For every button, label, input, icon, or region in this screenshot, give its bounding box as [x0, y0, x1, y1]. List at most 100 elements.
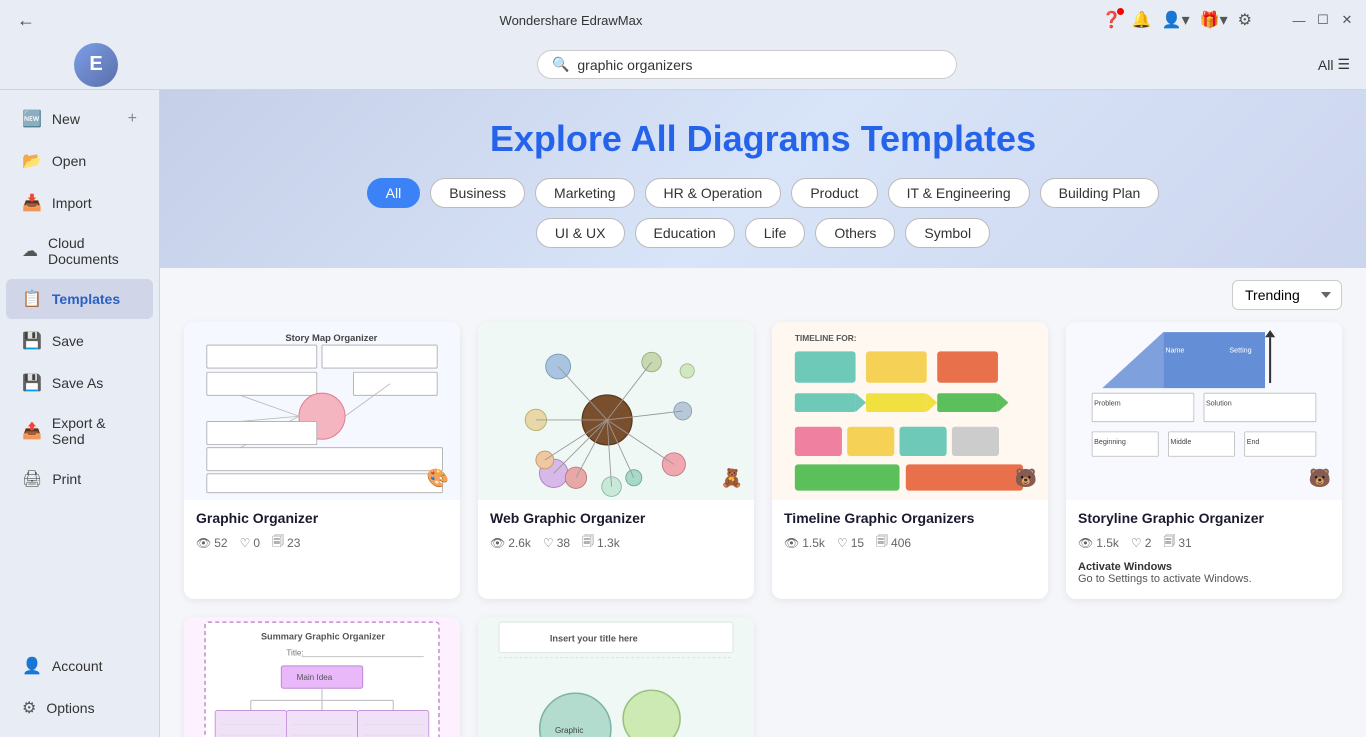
search-bar: 🔍	[537, 50, 957, 79]
svg-text:Story Map Organizer: Story Map Organizer	[285, 332, 377, 343]
template-card-summary[interactable]: Summary Graphic Organizer Title: Main Id…	[184, 617, 460, 737]
svg-text:Main Idea: Main Idea	[297, 673, 333, 682]
print-icon: 🖨	[22, 469, 42, 489]
sidebar-item-label: Options	[46, 700, 94, 716]
content-area: Explore All Diagrams Templates All Busin…	[160, 90, 1366, 737]
eye-icon: 👁	[784, 536, 799, 550]
all-menu-button[interactable]: All ☰	[1318, 56, 1350, 73]
filter-row-2: UI & UX Education Life Others Symbol	[200, 218, 1326, 248]
card-title: Web Graphic Organizer	[490, 510, 742, 526]
chip-hr[interactable]: HR & Operation	[645, 178, 782, 208]
app-title: Wondershare EdrawMax	[500, 13, 643, 28]
help-icon[interactable]: ❓	[1102, 10, 1122, 30]
svg-text:Name: Name	[1165, 347, 1184, 355]
author-avatar: 🧸	[718, 464, 746, 492]
svg-text:Beginning: Beginning	[1094, 438, 1126, 446]
chip-product[interactable]: Product	[791, 178, 877, 208]
sidebar-item-import[interactable]: 📥 Import	[6, 183, 153, 223]
card-info: Graphic Organizer 👁52 ♡0 🗐23	[184, 500, 460, 563]
card-title: Graphic Organizer	[196, 510, 448, 526]
sidebar: 🆕 New + 📂 Open 📥 Import ☁ Cloud Document…	[0, 90, 160, 737]
template-card-storyline[interactable]: Name Setting Problem Solution Beginning …	[1066, 322, 1342, 599]
chip-building[interactable]: Building Plan	[1040, 178, 1160, 208]
filter-row: All Business Marketing HR & Operation Pr…	[200, 178, 1326, 208]
sidebar-item-label: Account	[52, 658, 103, 674]
export-icon: 📤	[22, 421, 42, 441]
app-logo: E	[74, 43, 118, 87]
sidebar-item-save[interactable]: 💾 Save	[6, 321, 153, 361]
svg-text:Solution: Solution	[1206, 399, 1232, 407]
sidebar-item-options[interactable]: ⚙ Options	[6, 688, 153, 728]
sidebar-item-label: New	[52, 111, 80, 127]
copy-icon: 🗐	[1163, 532, 1175, 553]
settings-icon[interactable]: ⚙	[1238, 10, 1252, 30]
hero-banner: Explore All Diagrams Templates All Busin…	[160, 90, 1366, 268]
sidebar-item-templates[interactable]: 📋 Templates	[6, 279, 153, 319]
chip-all[interactable]: All	[367, 178, 421, 208]
svg-text:TIMELINE FOR:: TIMELINE FOR:	[795, 333, 857, 343]
search-input[interactable]	[577, 57, 942, 73]
heart-icon: ♡	[543, 536, 554, 550]
eye-icon: 👁	[196, 536, 211, 550]
svg-text:Title:: Title:	[286, 649, 303, 658]
card-title: Timeline Graphic Organizers	[784, 510, 1036, 526]
card-thumbnail: Summary Graphic Organizer Title: Main Id…	[184, 617, 460, 737]
template-card-timeline-graphic[interactable]: TIMELINE FOR:	[772, 322, 1048, 599]
activate-windows-banner: Activate Windows Go to Settings to activ…	[1078, 557, 1330, 589]
svg-text:End: End	[1247, 438, 1260, 446]
copy-icon: 🗐	[876, 532, 888, 553]
chip-symbol[interactable]: Symbol	[905, 218, 990, 248]
gift-icon[interactable]: 🎁▾	[1200, 10, 1228, 30]
minimize-button[interactable]: —	[1292, 13, 1306, 27]
chip-it[interactable]: IT & Engineering	[888, 178, 1030, 208]
maximize-button[interactable]: ☐	[1316, 13, 1330, 27]
chip-marketing[interactable]: Marketing	[535, 178, 634, 208]
sidebar-item-label: Import	[52, 195, 92, 211]
card-info: Timeline Graphic Organizers 👁1.5k ♡15 🗐4…	[772, 500, 1048, 563]
sidebar-item-label: Templates	[52, 291, 120, 307]
sidebar-item-open[interactable]: 📂 Open	[6, 141, 153, 181]
chip-education[interactable]: Education	[635, 218, 735, 248]
sidebar-item-label: Cloud Documents	[48, 235, 137, 267]
card-stats: 👁2.6k ♡38 🗐1.3k	[490, 532, 742, 553]
save-icon: 💾	[22, 331, 42, 351]
sidebar-item-new[interactable]: 🆕 New +	[6, 99, 153, 139]
template-card-insert-title[interactable]: Insert your title here Graphic Insert yo…	[478, 617, 754, 737]
title-bar-right: ❓ 🔔 👤▾ 🎁▾ ⚙ — ☐ ✕	[1102, 10, 1354, 30]
chip-uiux[interactable]: UI & UX	[536, 218, 625, 248]
sidebar-item-saveas[interactable]: 💾 Save As	[6, 363, 153, 403]
back-button[interactable]: ←	[12, 6, 40, 34]
sidebar-item-label: Save As	[52, 375, 103, 391]
card-title: Storyline Graphic Organizer	[1078, 510, 1330, 526]
sidebar-item-cloud[interactable]: ☁ Cloud Documents	[6, 225, 153, 277]
search-bar-container: 🔍	[192, 50, 1302, 79]
close-button[interactable]: ✕	[1340, 13, 1354, 27]
menu-icon: ☰	[1337, 56, 1350, 73]
search-icon: 🔍	[552, 56, 569, 73]
heart-icon: ♡	[240, 536, 251, 550]
sidebar-item-print[interactable]: 🖨 Print	[6, 459, 153, 499]
search-toolbar: E 🔍 All ☰	[0, 40, 1366, 90]
sidebar-item-account[interactable]: 👤 Account	[6, 646, 153, 686]
card-thumbnail: 🧸	[478, 322, 754, 500]
card-info: Storyline Graphic Organizer 👁1.5k ♡2 🗐31…	[1066, 500, 1342, 599]
svg-text:Middle: Middle	[1170, 438, 1191, 446]
card-stats: 👁52 ♡0 🗐23	[196, 532, 448, 553]
template-card-web-graphic-organizer[interactable]: 🧸 Web Graphic Organizer 👁2.6k ♡38 🗐1.3k	[478, 322, 754, 599]
user-menu-icon[interactable]: 👤▾	[1162, 10, 1190, 30]
sort-select[interactable]: Trending Newest Most Liked Most Used	[1232, 280, 1342, 310]
chip-business[interactable]: Business	[430, 178, 525, 208]
card-thumbnail: Insert your title here Graphic	[478, 617, 754, 737]
title-bar: ← Wondershare EdrawMax ❓ 🔔 👤▾ 🎁▾ ⚙ — ☐ ✕	[0, 0, 1366, 40]
template-card-graphic-organizer[interactable]: Story Map Organizer	[184, 322, 460, 599]
hero-title: Explore All Diagrams Templates	[200, 118, 1326, 160]
card-info: Web Graphic Organizer 👁2.6k ♡38 🗐1.3k	[478, 500, 754, 563]
chip-others[interactable]: Others	[815, 218, 895, 248]
chip-life[interactable]: Life	[745, 218, 806, 248]
bell-icon[interactable]: 🔔	[1132, 10, 1152, 30]
templates-icon: 📋	[22, 289, 42, 309]
options-icon: ⚙	[22, 698, 36, 718]
author-avatar: 🐻	[1306, 464, 1334, 492]
sidebar-item-export[interactable]: 📤 Export & Send	[6, 405, 153, 457]
cloud-icon: ☁	[22, 241, 38, 261]
